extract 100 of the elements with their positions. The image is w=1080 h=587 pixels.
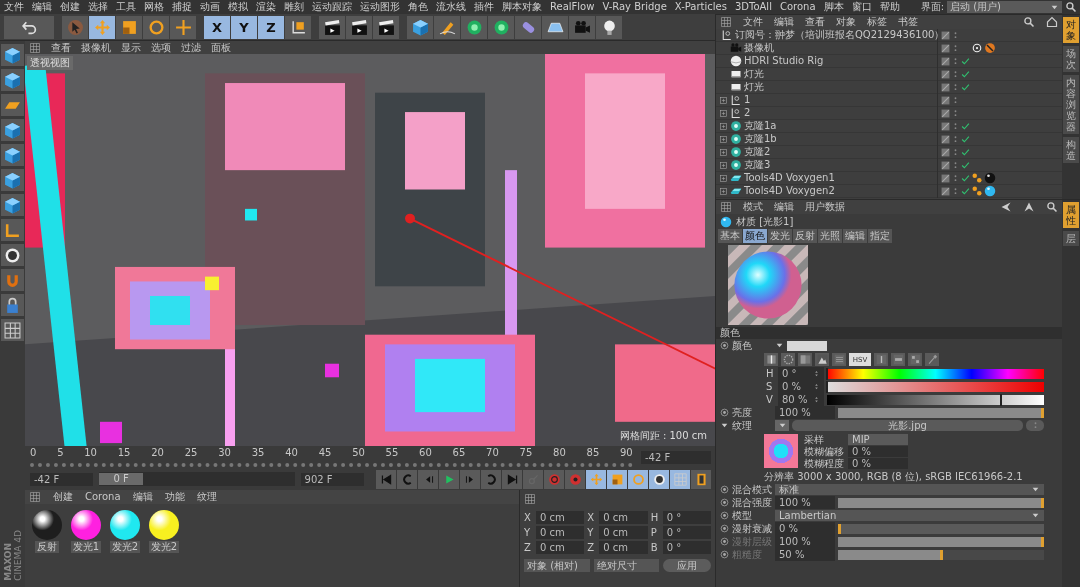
sliders-mode-button[interactable] [832, 353, 846, 366]
loop-left-button[interactable] [397, 469, 417, 489]
cube-tool-button[interactable] [407, 15, 433, 39]
image-mode-button[interactable] [815, 353, 829, 366]
menu-item[interactable]: 运动图形 [360, 1, 400, 13]
side-tab[interactable]: 构造 [1063, 137, 1079, 163]
coordinate-field[interactable]: 0 cm [599, 541, 648, 554]
layer-icon[interactable] [941, 30, 950, 40]
object-name[interactable]: 摄像机 [744, 42, 774, 54]
tag-dots-icon[interactable] [971, 172, 983, 184]
color-swatch[interactable] [787, 340, 827, 351]
side-tab[interactable]: 内容浏览器 [1063, 75, 1079, 134]
film-strip-button[interactable] [691, 469, 711, 489]
number-field[interactable]: 0 % [775, 522, 835, 535]
menu-item[interactable]: 选择 [88, 1, 108, 13]
texture-menu-button[interactable] [775, 420, 789, 431]
panel-menu-icon[interactable] [720, 201, 732, 213]
menu-item[interactable]: V-Ray Bridge [602, 1, 667, 13]
object-name[interactable]: Tools4D Voxygen1 [744, 172, 835, 184]
layer-icon[interactable] [941, 160, 950, 170]
object-name[interactable]: 克隆2 [744, 146, 771, 158]
coordinate-field[interactable]: 0 cm [536, 511, 585, 524]
menu-item[interactable]: 对象 [836, 16, 856, 28]
clapperboard-tool-button[interactable] [346, 15, 372, 39]
menu-item[interactable]: 文件 [4, 1, 24, 13]
circle-tool-button[interactable] [1, 244, 24, 266]
move-button[interactable] [586, 469, 606, 489]
layer-icon[interactable] [941, 69, 950, 79]
slider-track[interactable] [838, 536, 1044, 547]
menu-item[interactable]: 显示 [121, 41, 141, 54]
expand-icon[interactable] [719, 160, 728, 170]
sampling-dropdown[interactable]: MIP [848, 434, 908, 445]
checkmark-icon[interactable] [961, 160, 970, 170]
number-field[interactable]: 0 ° [778, 367, 824, 380]
expand-icon[interactable] [719, 108, 728, 118]
menu-item[interactable]: 过滤 [181, 41, 201, 54]
swatches-mode-button[interactable] [908, 353, 922, 366]
cube-tool-button[interactable] [1, 44, 24, 66]
panel-menu-icon[interactable] [29, 491, 41, 503]
menu-item[interactable]: Corona [779, 1, 816, 13]
menu-item[interactable]: 流水线 [436, 1, 466, 13]
layer-icon[interactable] [941, 173, 950, 183]
layer-icon[interactable] [941, 56, 950, 66]
caret-icon[interactable] [775, 341, 784, 350]
menu-item[interactable]: 书签 [898, 16, 918, 28]
menu-item[interactable]: 工具 [116, 1, 136, 13]
cursor-tool-button[interactable] [62, 15, 88, 39]
checkmark-icon[interactable] [961, 147, 970, 157]
crosshair-tool-button[interactable] [170, 15, 196, 39]
cube-tool-button[interactable] [1, 119, 24, 141]
skip-end-button[interactable] [502, 469, 522, 489]
layer-icon[interactable] [941, 186, 950, 196]
object-name[interactable]: 灯光 [744, 68, 764, 80]
cube-tool-button[interactable] [1, 169, 24, 191]
material-ball[interactable] [110, 510, 140, 540]
coordinate-field[interactable]: 0 cm [599, 526, 648, 539]
menu-item[interactable]: 创建 [53, 491, 73, 503]
menu-item[interactable]: X-Particles [674, 1, 727, 13]
home-icon[interactable] [1046, 16, 1058, 28]
material-ball[interactable] [71, 510, 101, 540]
object-name[interactable]: 订阅号：翀梦（培训班报名QQ2129436100） [735, 29, 945, 41]
menu-item[interactable]: 网格 [144, 1, 164, 13]
expand-icon[interactable] [719, 173, 728, 183]
record-button[interactable] [565, 469, 585, 489]
spectrum-mode-button[interactable] [764, 353, 778, 366]
plane-tool-button[interactable] [1, 94, 24, 116]
panel-menu-icon[interactable] [29, 41, 41, 54]
gear-tool-button[interactable] [488, 15, 514, 39]
slider-thumb[interactable] [999, 393, 1002, 406]
menu-item[interactable]: 编辑 [132, 491, 153, 503]
checkmark-icon[interactable] [961, 82, 970, 92]
size-mode-dropdown[interactable]: 绝对尺寸 [593, 559, 659, 572]
tab[interactable]: 颜色 [743, 229, 767, 243]
object-name[interactable]: 克隆1a [744, 120, 777, 132]
pen-tool-button[interactable] [434, 15, 460, 39]
panel-menu-icon[interactable] [524, 493, 536, 505]
circle-button[interactable] [649, 469, 669, 489]
number-field[interactable]: 100 % [775, 496, 835, 509]
side-tab[interactable]: 层 [1063, 231, 1079, 246]
clapperboard-tool-button[interactable] [319, 15, 345, 39]
no-entry-icon[interactable] [984, 42, 996, 54]
layer-icon[interactable] [941, 147, 950, 157]
object-name[interactable]: 2 [744, 107, 751, 119]
axis-lock-button[interactable]: X [204, 15, 230, 39]
axis-lock-button[interactable]: Y [231, 15, 257, 39]
axes-tool-button[interactable] [285, 15, 311, 39]
expand-icon[interactable] [719, 134, 728, 144]
side-tab[interactable]: 对象 [1063, 17, 1079, 43]
layer-icon[interactable] [941, 82, 950, 92]
scale-button[interactable] [607, 469, 627, 489]
material-ball-icon[interactable] [984, 185, 996, 197]
tab[interactable]: 反射 [793, 229, 817, 243]
menu-item[interactable]: 运动跟踪 [312, 1, 352, 13]
tab[interactable]: 基本 [718, 229, 742, 243]
menu-item[interactable]: 帮助 [879, 1, 900, 13]
menu-item[interactable]: 脚本对象 [502, 1, 542, 13]
coordinate-field[interactable]: 0 cm [536, 541, 585, 554]
menu-item[interactable]: Corona [85, 491, 121, 503]
checkmark-icon[interactable] [961, 121, 970, 131]
cube-tool-button[interactable] [1, 69, 24, 91]
